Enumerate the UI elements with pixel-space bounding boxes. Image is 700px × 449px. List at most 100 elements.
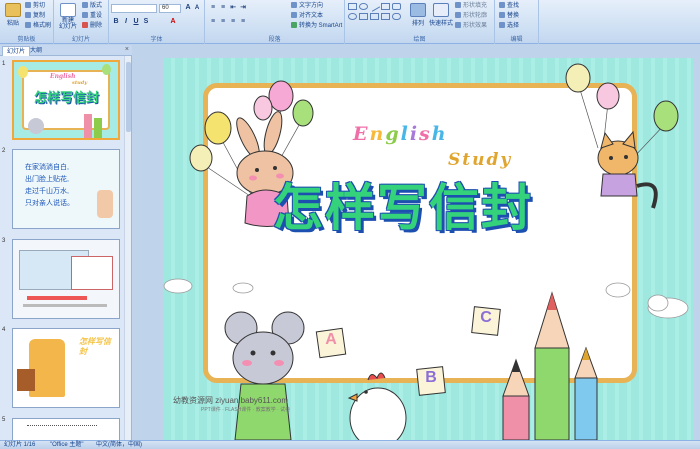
rounded-rect-shape-icon[interactable] (392, 3, 401, 10)
english-letter: n (369, 123, 386, 145)
replace-button[interactable]: 替换 (499, 12, 519, 20)
numbering-button[interactable]: ≡ (219, 4, 227, 12)
circle-shape-icon[interactable] (348, 13, 357, 20)
slide-thumbnail-5[interactable] (12, 418, 120, 440)
text-direction-button[interactable]: 文字方向 (291, 2, 323, 10)
letter-block-b-label: B (425, 369, 437, 386)
pencil-icon (574, 346, 598, 440)
bold-button[interactable]: B (112, 18, 120, 26)
scrollbar-thumb[interactable] (126, 62, 131, 132)
copy-button[interactable]: 复制 (25, 12, 45, 20)
star-shape-icon[interactable] (381, 13, 390, 20)
underline-button[interactable]: U (132, 18, 140, 26)
align-left-button[interactable]: ≡ (209, 18, 217, 26)
shape-gallery[interactable] (348, 1, 404, 29)
callout-shape-icon[interactable] (392, 13, 401, 20)
font-name-select[interactable] (111, 4, 157, 13)
shape-outline-icon (455, 12, 461, 18)
align-center-button[interactable]: ≡ (219, 18, 227, 26)
watermark-text: 幼教资源网 ziyuan.baby611.com (173, 396, 289, 405)
delete-icon (82, 22, 88, 28)
font-size-select[interactable]: 60 (159, 4, 181, 13)
close-panel-icon[interactable]: × (125, 46, 129, 53)
clipboard-group: 粘贴 剪切 复制 格式刷 剪贴板 (0, 0, 54, 44)
thumb-figure-icon (97, 190, 113, 218)
thumb-english: English (50, 73, 76, 80)
shape-fill-button[interactable]: 形状填充 (455, 2, 487, 10)
smartart-button[interactable]: 转换为 SmartArt (291, 22, 342, 30)
tab-outline[interactable]: 大纲 (26, 46, 46, 56)
textbox-shape-icon[interactable] (381, 3, 390, 10)
justify-button[interactable]: ≡ (239, 18, 247, 26)
shape-effects-icon (455, 22, 461, 28)
thumb-pencil-icon (84, 114, 92, 138)
layout-icon (82, 2, 88, 8)
language-indicator[interactable]: 中文(简体，中国) (96, 441, 142, 449)
align-text-button[interactable]: 对齐文本 (291, 12, 323, 20)
font-group-label: 字体 (150, 37, 163, 43)
reset-button[interactable]: 重设 (82, 12, 102, 20)
format-painter-button[interactable]: 格式刷 (25, 22, 51, 30)
new-slide-button[interactable]: 新建 幻灯片 (56, 2, 80, 32)
arrange-button[interactable]: 排列 (407, 2, 429, 32)
paste-button[interactable]: 粘贴 (2, 2, 24, 32)
font-color-button[interactable]: A (169, 18, 177, 26)
slide-number: 5 (2, 417, 6, 423)
slide-thumbnail-4[interactable]: 怎样写信封 (12, 328, 120, 408)
editing-group-label: 编辑 (510, 37, 523, 43)
format-painter-icon (25, 22, 31, 28)
ribbon: 粘贴 剪切 复制 格式刷 剪贴板 新建 幻灯片 版式 重设 删除 幻灯片 60 … (0, 0, 700, 44)
select-button[interactable]: 选择 (499, 22, 519, 30)
paragraph-group-label: 段落 (268, 37, 281, 43)
chicken-icon (347, 372, 407, 440)
delete-slide-button[interactable]: 删除 (82, 22, 102, 30)
english-letter: E (353, 123, 370, 145)
decrease-indent-button[interactable]: ⇤ (229, 4, 237, 12)
editing-group: 查找 替换 选择 编辑 (495, 0, 539, 44)
arrow-shape-icon[interactable] (370, 13, 379, 20)
english-letter: s (419, 123, 432, 145)
quick-styles-icon (433, 3, 449, 17)
grow-font-button[interactable]: A (184, 4, 192, 12)
thumb-mailbox-icon (17, 369, 35, 391)
slide-thumbnail-3[interactable] (12, 239, 120, 319)
shrink-font-button[interactable]: A (193, 4, 201, 12)
slide-number: 1 (2, 61, 6, 67)
oval-shape-icon[interactable] (359, 3, 368, 10)
shape-effects-button[interactable]: 形状效果 (455, 22, 487, 30)
quick-styles-button[interactable]: 快速样式 (429, 2, 453, 32)
cut-button[interactable]: 剪切 (25, 2, 45, 10)
thumb-balloon-icon (18, 66, 28, 78)
slide-canvas[interactable]: A B C English Study 怎样写信封 幼教资源网 ziyuan.b… (163, 58, 693, 440)
letter-block-c-label: C (480, 309, 492, 326)
shadow-button[interactable]: S (142, 18, 150, 26)
panel-scrollbar[interactable] (124, 56, 131, 440)
thumb-study: study (72, 80, 88, 86)
text-direction-icon (291, 2, 297, 8)
rectangle-shape-icon[interactable] (348, 3, 357, 10)
find-button[interactable]: 查找 (499, 2, 519, 10)
smartart-icon (291, 22, 297, 28)
slide-thumbnail-2[interactable]: 在家淌淌自白, 出门脸上贴花, 走过千山万水, 只对亲人说话。 (12, 149, 120, 229)
slide-title[interactable]: 怎样写信封 (273, 173, 593, 243)
slide-number: 4 (2, 327, 6, 333)
line-shape-icon[interactable] (368, 1, 381, 12)
align-right-button[interactable]: ≡ (229, 18, 237, 26)
triangle-shape-icon[interactable] (359, 13, 368, 20)
pencil-icon (502, 358, 530, 440)
study-wordart[interactable]: Study (448, 150, 512, 170)
slide-thumbnail-1[interactable]: English study 怎样写信封 (12, 60, 120, 140)
reset-icon (82, 12, 88, 18)
bullets-button[interactable]: ≡ (209, 4, 217, 12)
increase-indent-button[interactable]: ⇥ (239, 4, 247, 12)
layout-button[interactable]: 版式 (82, 2, 102, 10)
italic-button[interactable]: I (122, 18, 130, 26)
clipboard-group-label: 剪贴板 (17, 37, 36, 43)
shape-outline-button[interactable]: 形状轮廓 (455, 12, 487, 20)
align-text-icon (291, 12, 297, 18)
english-wordart[interactable]: English (353, 123, 448, 145)
english-letter: i (409, 123, 420, 145)
slide-number: 3 (2, 238, 6, 244)
powerpoint-window: 粘贴 剪切 复制 格式刷 剪贴板 新建 幻灯片 版式 重设 删除 幻灯片 60 … (0, 0, 700, 449)
english-letter: l (400, 123, 410, 145)
